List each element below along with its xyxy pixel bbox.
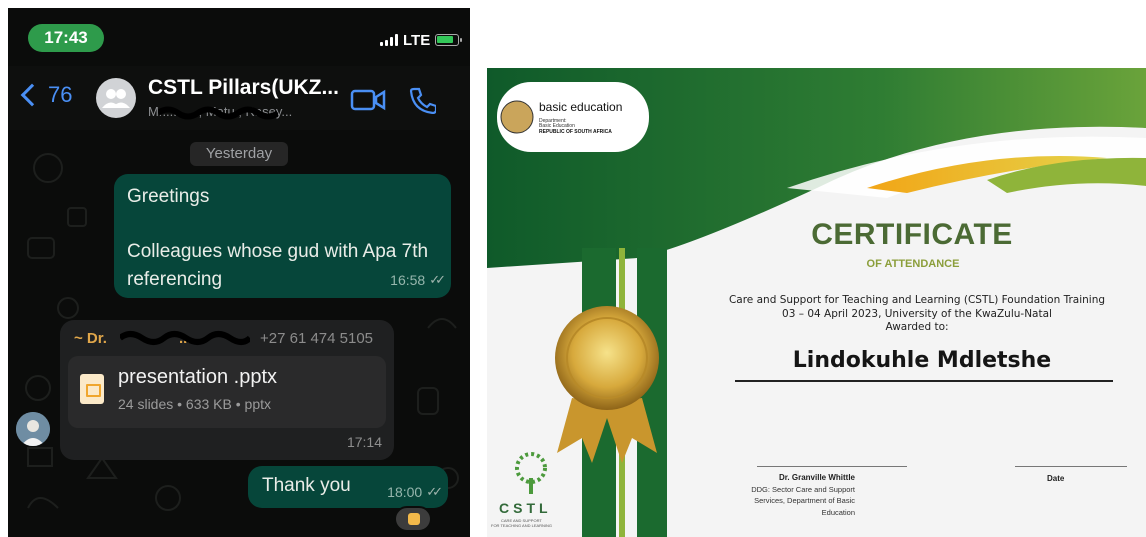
- video-call-icon[interactable]: [350, 88, 386, 112]
- network-type: LTE: [403, 31, 431, 49]
- certificate-image: basic education Department: Basic Educat…: [487, 68, 1146, 537]
- read-ticks-icon: ✓✓: [429, 272, 446, 287]
- person-photo-icon: [16, 412, 50, 446]
- message-bubble-outgoing[interactable]: Greetings Colleagues whose gud with Apa …: [114, 174, 451, 298]
- unread-count: 76: [48, 82, 73, 107]
- signature-line: [757, 466, 907, 467]
- certificate-subtitle: OF ATTENDANCE: [866, 258, 960, 270]
- chevron-left-icon: [20, 83, 44, 107]
- sender-phone: +27 61 474 5105: [260, 330, 374, 347]
- message-bubble-outgoing[interactable]: Thank you 18:00 ✓✓: [248, 466, 448, 508]
- pptx-file-icon: [80, 374, 104, 404]
- redaction-scribble: [158, 106, 278, 120]
- logo-name: basic education: [539, 100, 623, 114]
- thumbs-up-reaction-icon[interactable]: [394, 506, 432, 532]
- certificate-title: CERTIFICATE: [811, 218, 1013, 251]
- recipient-name: Lindokuhle Mdletshe: [792, 348, 1052, 373]
- cstl-tagline: FOR TEACHING AND LEARNING: [491, 523, 553, 528]
- signatory-role: DDG: Sector Care and Support: [751, 485, 855, 494]
- status-bar: 17:43 LTE: [8, 8, 470, 60]
- group-icon: [102, 89, 130, 108]
- certificate-description: Awarded to:: [885, 321, 949, 333]
- chat-header: 76 CSTL Pillars(UKZ... Mr.........., Mat…: [8, 66, 470, 130]
- date-line: [1015, 466, 1127, 467]
- message-text: Greetings: [127, 186, 210, 207]
- status-time: 17:43: [28, 24, 104, 52]
- message-time: 16:58: [390, 272, 426, 288]
- file-attachment[interactable]: presentation .pptx 24 slides • 633 KB • …: [68, 356, 386, 428]
- chat-title[interactable]: CSTL Pillars(UKZ...: [148, 76, 339, 100]
- certificate-description: 03 – 04 April 2023, University of the Kw…: [782, 308, 1052, 320]
- file-meta: 24 slides • 633 KB • pptx: [118, 396, 272, 412]
- signatory-role: Services, Department of Basic: [754, 496, 855, 505]
- date-label: Date: [1047, 474, 1065, 483]
- cstl-logo-text: CSTL: [499, 500, 552, 516]
- battery-icon: [435, 34, 463, 46]
- signatory-name: Dr. Granville Whittle: [778, 473, 855, 482]
- signatory-role: Education: [821, 508, 855, 517]
- message-time: 17:14: [346, 434, 382, 450]
- date-divider: Yesterday: [190, 142, 288, 166]
- back-button[interactable]: 76: [18, 82, 72, 108]
- redaction-scribble: [120, 331, 250, 345]
- tree-logo-icon: [515, 452, 547, 494]
- message-time: 18:00: [387, 484, 423, 500]
- file-name: presentation .pptx: [118, 366, 277, 388]
- network-status: LTE: [380, 30, 463, 50]
- group-avatar[interactable]: [96, 78, 136, 118]
- name-underline: [735, 380, 1113, 382]
- message-meta: 18:00 ✓✓: [387, 484, 443, 500]
- certificate-description: Care and Support for Teaching and Learni…: [728, 294, 1106, 306]
- read-ticks-icon: ✓✓: [426, 484, 443, 499]
- sender-avatar[interactable]: [16, 412, 50, 446]
- logo-line: REPUBLIC OF SOUTH AFRICA: [539, 129, 612, 135]
- chat-screen: 17:43 LTE 76 CSTL Pillars(UKZ... Mr.....…: [8, 8, 470, 537]
- phone-call-icon[interactable]: [408, 86, 436, 114]
- signal-icon: [380, 34, 398, 46]
- message-meta: 16:58 ✓✓: [390, 272, 446, 288]
- message-text: Thank you: [262, 475, 351, 496]
- message-bubble-incoming[interactable]: ~ Dr..... +27 61 474 5105 presentation .…: [60, 320, 394, 460]
